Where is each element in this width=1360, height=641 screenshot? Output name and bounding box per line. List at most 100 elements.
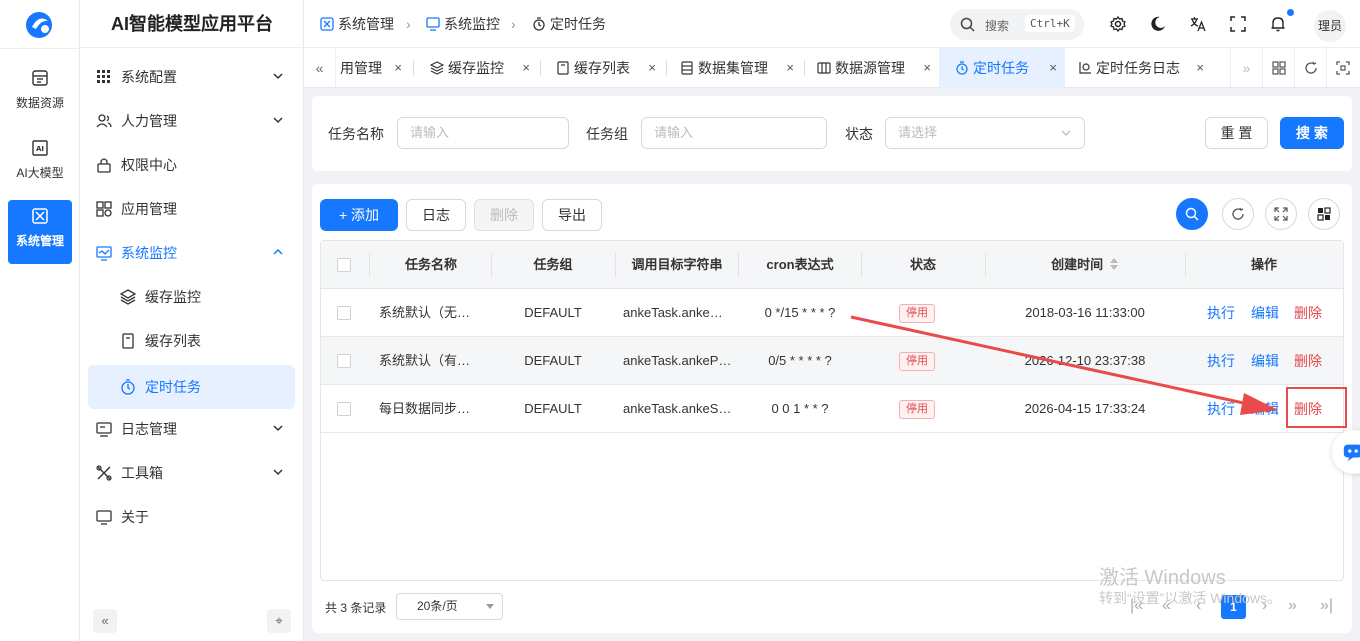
run-link[interactable]: 执行 — [1207, 337, 1235, 385]
tabs-scroll-right-button[interactable]: » — [1230, 48, 1262, 88]
add-task-button[interactable]: + 添加 — [320, 199, 398, 231]
rail-item-label: 数据资源 — [15, 96, 64, 110]
menu-item-label: 日志管理 — [121, 421, 177, 437]
menu-item-log-management[interactable]: 日志管理 — [88, 407, 295, 451]
tab-scheduled-task-log[interactable]: 定时任务日志 × — [1078, 48, 1212, 88]
fullscreen-icon[interactable] — [1230, 16, 1246, 32]
table-row: 系统默认（有… DEFAULT ankeTask.ankeP… 0/5 * * … — [321, 337, 1343, 385]
log-icon — [96, 422, 112, 437]
search-button[interactable]: 搜 索 — [1280, 117, 1344, 149]
run-link[interactable]: 执行 — [1207, 385, 1235, 433]
close-icon[interactable]: × — [1196, 48, 1204, 88]
edit-link[interactable]: 编辑 — [1251, 385, 1279, 433]
menu-item-label: 工具箱 — [121, 465, 163, 481]
close-icon[interactable]: × — [786, 48, 794, 88]
close-icon[interactable]: × — [394, 48, 402, 88]
toggle-search-button[interactable] — [1176, 198, 1208, 230]
page-tabs: « 用管理 × 缓存监控 × 缓存列表 × 数据集管理 × 数据源管理 × 定时… — [304, 48, 1360, 88]
cell-invoke-target: ankeTask.anke… — [623, 305, 723, 320]
column-header-created-time[interactable]: 创建时间 — [985, 241, 1185, 289]
tab-cache-list[interactable]: 缓存列表 × — [556, 48, 664, 88]
refresh-icon — [1232, 207, 1244, 220]
close-icon[interactable]: × — [522, 48, 530, 88]
run-link[interactable]: 执行 — [1207, 289, 1235, 337]
menu-item-permission[interactable]: 权限中心 — [88, 143, 295, 187]
tab-dataset-management[interactable]: 数据集管理 × — [680, 48, 802, 88]
info-icon — [96, 510, 112, 525]
menu-item-system-config[interactable]: 系统配置 — [88, 55, 295, 99]
task-table: 任务名称 任务组 调用目标字符串 cron表达式 状态 创建时间 操作 系统默认… — [320, 240, 1344, 581]
monitor-icon — [426, 17, 440, 31]
datasource-icon — [817, 62, 831, 74]
breadcrumb-scheduled-tasks: 定时任务 — [532, 0, 606, 48]
breadcrumb-system-management[interactable]: 系统管理 — [320, 0, 394, 48]
menu-item-cache-monitor[interactable]: 缓存监控 — [88, 275, 295, 319]
columns-icon — [1317, 207, 1331, 221]
translate-icon[interactable] — [1190, 16, 1206, 32]
menu-item-scheduled-tasks[interactable]: 定时任务 — [88, 365, 295, 409]
menu-item-hr[interactable]: 人力管理 — [88, 99, 295, 143]
status-select-placeholder: 请选择 — [898, 125, 938, 140]
menu-item-about[interactable]: 关于 — [88, 495, 295, 539]
tabs-scroll-left-button[interactable]: « — [304, 48, 336, 88]
select-all-checkbox[interactable] — [337, 258, 351, 272]
sort-icon[interactable] — [1109, 257, 1119, 271]
delete-selected-button[interactable]: 删除 — [474, 199, 534, 231]
tab-datasource-management[interactable]: 数据源管理 × — [817, 48, 939, 88]
edit-link[interactable]: 编辑 — [1251, 289, 1279, 337]
dark-mode-moon-icon[interactable] — [1150, 16, 1166, 32]
tab-cache-monitor[interactable]: 缓存监控 × — [430, 48, 538, 88]
edit-link[interactable]: 编辑 — [1251, 337, 1279, 385]
next-five-pages-button[interactable]: » — [1288, 597, 1297, 615]
column-header-task-name: 任务名称 — [404, 257, 457, 272]
rail-item-data-resources[interactable]: 数据资源 — [8, 62, 72, 126]
user-avatar[interactable]: 理员 — [1314, 10, 1346, 42]
app-logo-icon — [26, 12, 52, 38]
close-icon[interactable]: × — [1049, 48, 1057, 88]
menu-item-toolbox[interactable]: 工具箱 — [88, 451, 295, 495]
delete-link[interactable]: 删除 — [1294, 289, 1322, 337]
tabs-refresh-button[interactable] — [1294, 48, 1326, 88]
export-button[interactable]: 导出 — [542, 199, 602, 231]
row-checkbox[interactable] — [337, 306, 351, 320]
close-icon[interactable]: × — [648, 48, 656, 88]
sidebar-pin-button[interactable]: ⌖ — [267, 609, 291, 633]
column-settings-button[interactable] — [1308, 198, 1340, 230]
menu-item-cache-list[interactable]: 缓存列表 — [88, 319, 295, 363]
layers-icon — [430, 61, 444, 75]
apps-icon — [96, 201, 112, 217]
bell-icon[interactable] — [1270, 16, 1286, 32]
notes-icon — [557, 61, 569, 75]
global-search[interactable]: 搜索 Ctrl+K — [950, 9, 1084, 40]
menu-item-system-monitor[interactable]: 系统监控 — [88, 231, 295, 275]
notification-dot — [1287, 9, 1294, 16]
tabs-grid-button[interactable] — [1262, 48, 1294, 88]
row-checkbox[interactable] — [337, 354, 351, 368]
task-name-input[interactable]: 请输入 — [397, 117, 569, 149]
delete-link[interactable]: 删除 — [1294, 337, 1322, 385]
reset-button[interactable]: 重 置 — [1205, 117, 1268, 149]
log-button[interactable]: 日志 — [406, 199, 466, 231]
status-select[interactable]: 请选择 — [885, 117, 1085, 149]
menu-item-label: 系统配置 — [121, 69, 177, 85]
tab-app-management[interactable]: 用管理 × — [340, 48, 410, 88]
rail-item-ai-models[interactable]: AI AI大模型 — [8, 132, 72, 196]
page-size-select[interactable]: 20条/页 — [396, 593, 503, 620]
breadcrumb-system-monitor[interactable]: 系统监控 — [426, 0, 500, 48]
fullscreen-table-button[interactable] — [1265, 198, 1297, 230]
task-group-input[interactable]: 请输入 — [641, 117, 827, 149]
top-header: 系统管理 › 系统监控 › 定时任务 搜索 Ctrl+K 理员 — [304, 0, 1360, 48]
close-icon[interactable]: × — [923, 48, 931, 88]
tab-label: 用管理 — [340, 60, 382, 76]
rail-item-system-management[interactable]: 系统管理 — [8, 200, 72, 264]
column-header-status: 状态 — [909, 257, 936, 272]
sidebar-collapse-button[interactable]: « — [93, 609, 117, 633]
tabs-maximize-button[interactable] — [1326, 48, 1358, 88]
last-page-button[interactable]: »| — [1320, 597, 1333, 615]
gear-icon[interactable] — [1110, 16, 1126, 32]
tab-scheduled-tasks[interactable]: 定时任务 × — [939, 48, 1065, 88]
menu-item-app-management[interactable]: 应用管理 — [88, 187, 295, 231]
refresh-table-button[interactable] — [1222, 198, 1254, 230]
row-checkbox[interactable] — [337, 402, 351, 416]
tab-label: 数据源管理 — [835, 60, 905, 76]
